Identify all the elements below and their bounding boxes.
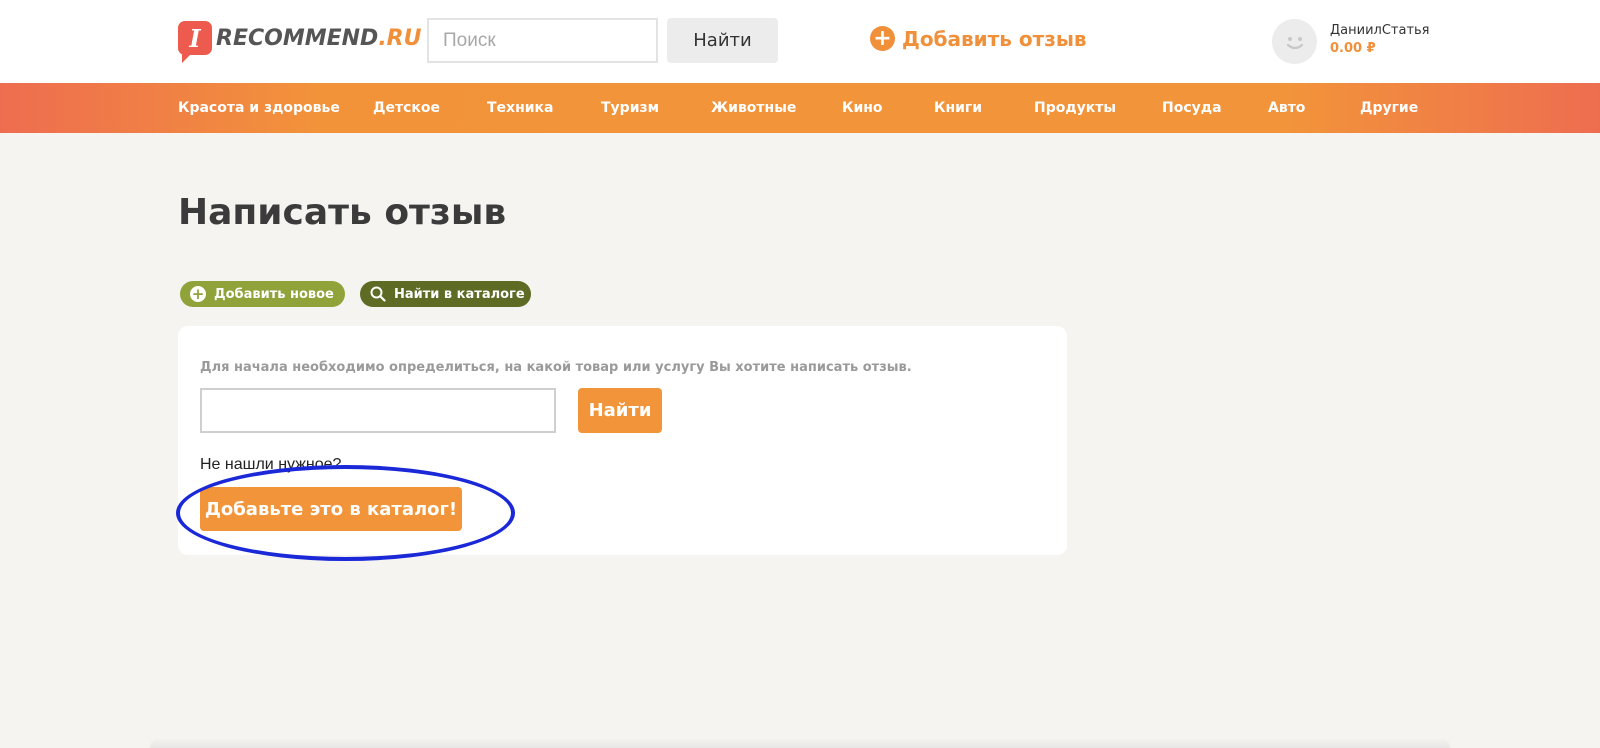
nav-item-tourism[interactable]: Туризм [601,83,659,133]
nav-item-tech[interactable]: Техника [487,83,554,133]
plus-icon: + [190,284,206,303]
logo-text: RECOMMEND.RU [216,26,421,51]
user-name[interactable]: ДаниилСтатья [1330,23,1430,38]
page-title: Написать отзыв [178,192,507,233]
nav-item-kids[interactable]: Детское [373,83,440,133]
site-logo[interactable]: I RECOMMEND.RU [178,21,421,63]
card-hint: Для начала необходимо определиться, на к… [200,360,912,375]
footer-shadow [150,738,1450,748]
site-header: I RECOMMEND.RU Найти + Добавить отзыв Да… [0,0,1600,83]
logo-suffix: .RU [378,25,422,51]
category-nav: Красота и здоровье Детское Техника Туриз… [0,83,1600,133]
nav-item-movies[interactable]: Кино [842,83,883,133]
search-input[interactable] [427,18,658,63]
add-to-catalog-button[interactable]: Добавьте это в каталог! [200,487,462,531]
nav-item-beauty[interactable]: Красота и здоровье [178,83,340,133]
product-search-input[interactable] [200,388,556,433]
nav-item-books[interactable]: Книги [934,83,982,133]
find-in-catalog-pill-button[interactable]: Найти в каталоге [360,281,531,307]
smiley-icon [1286,36,1303,49]
product-find-button[interactable]: Найти [578,388,662,433]
nav-item-food[interactable]: Продукты [1034,83,1116,133]
add-new-pill-button[interactable]: + Добавить новое [180,281,345,307]
nav-item-animals[interactable]: Животные [711,83,796,133]
search-button[interactable]: Найти [667,18,778,63]
add-review-label: Добавить отзыв [902,26,1087,51]
nav-item-dishes[interactable]: Посуда [1162,83,1222,133]
nav-item-auto[interactable]: Авто [1268,83,1305,133]
avatar[interactable] [1272,19,1317,64]
add-review-link[interactable]: + Добавить отзыв [870,26,1087,51]
logo-name: RECOMMEND [216,25,379,51]
search-icon [370,286,386,302]
nav-item-other[interactable]: Другие [1360,83,1418,133]
not-found-text: Не нашли нужное? [200,456,342,473]
user-balance: 0.00 ₽ [1330,41,1376,56]
plus-circle-icon: + [870,26,895,51]
logo-badge-icon: I [178,21,212,63]
add-new-label: Добавить новое [214,286,334,302]
find-in-catalog-label: Найти в каталоге [394,286,525,302]
product-search-card: Для начала необходимо определиться, на к… [178,326,1067,555]
